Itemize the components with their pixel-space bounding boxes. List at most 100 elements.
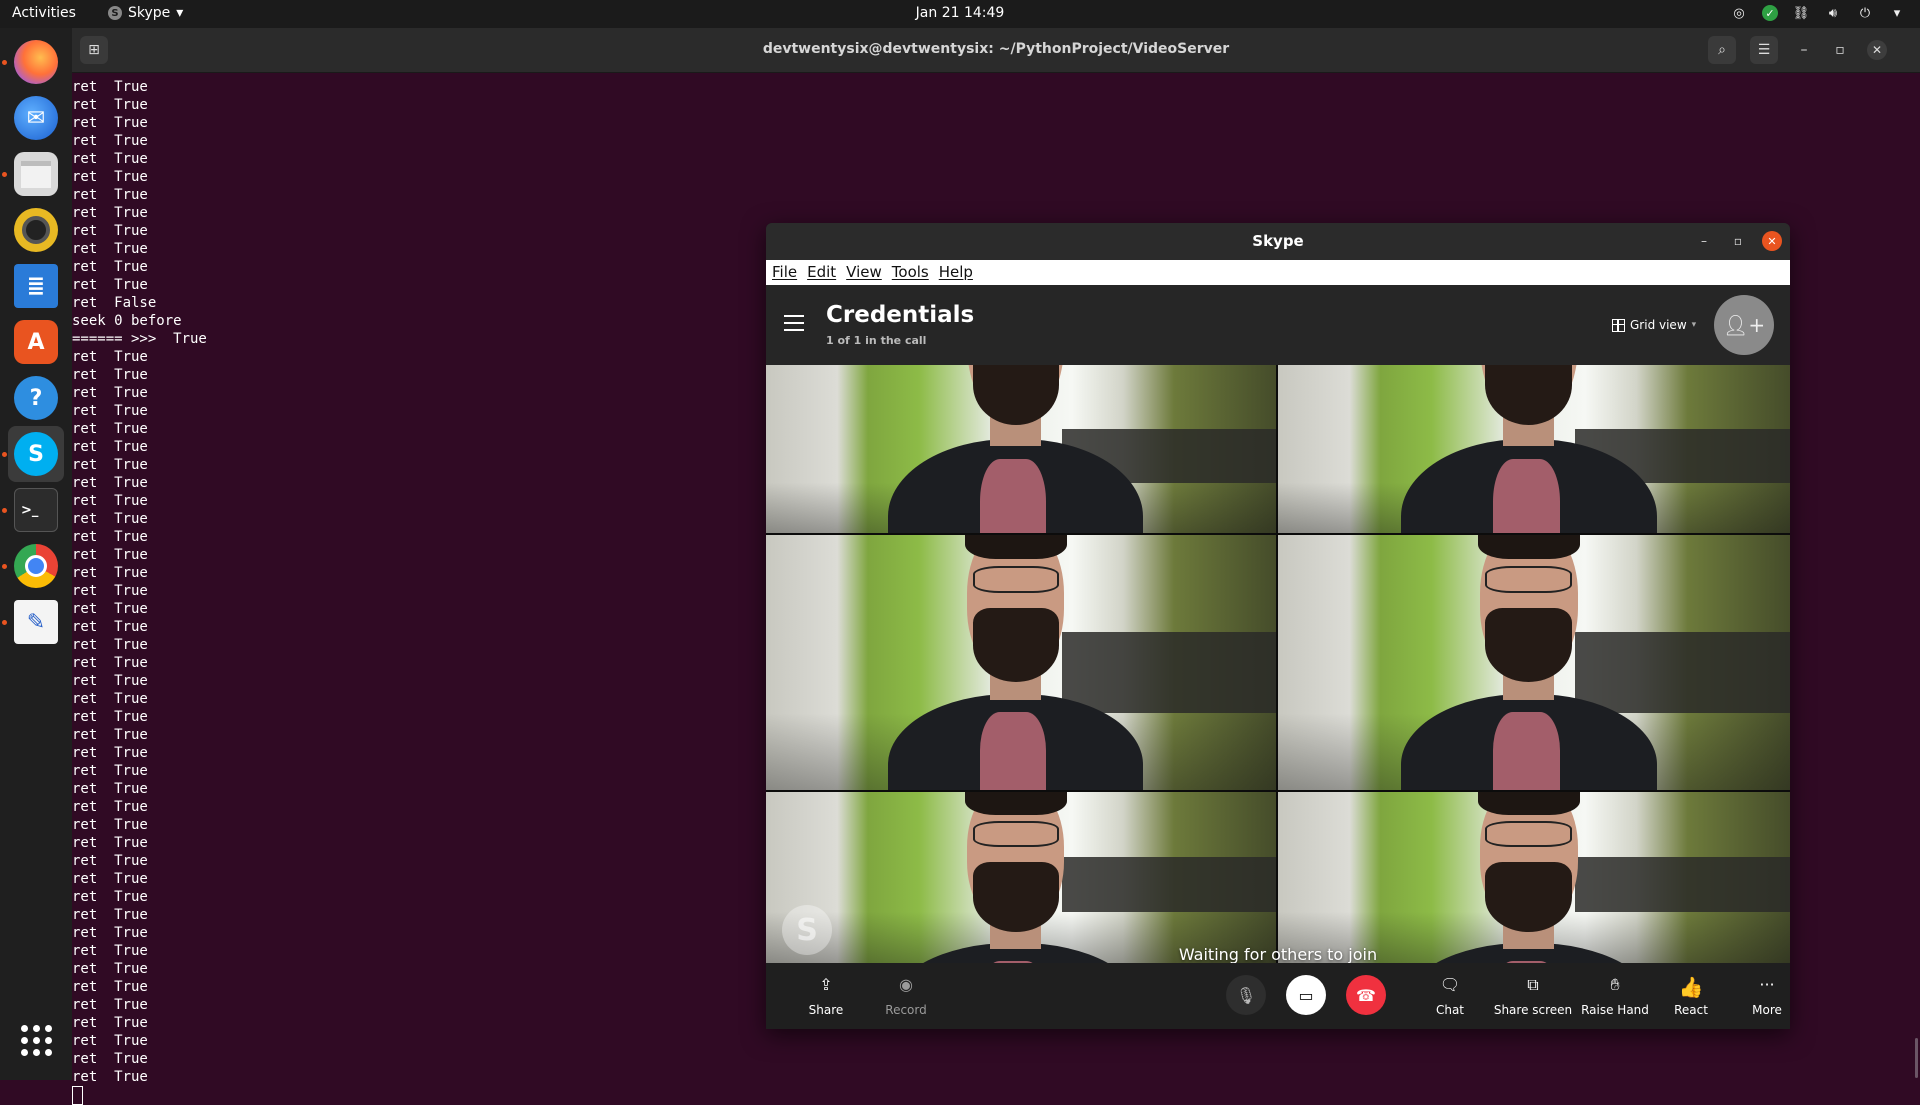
maximize-icon: ▫ — [1835, 42, 1845, 58]
dock-skype[interactable]: S — [8, 426, 64, 482]
close-button[interactable]: ✕ — [1762, 231, 1782, 251]
terminal-line: ret True — [72, 1069, 148, 1085]
react-button[interactable]: 👍 React — [1651, 975, 1731, 1017]
terminal-cursor — [72, 1086, 872, 1105]
more-label: More — [1752, 1003, 1782, 1017]
terminal-line: ret True — [72, 655, 148, 671]
dock-software[interactable]: A — [8, 314, 64, 370]
menu-edit[interactable]: Edit — [807, 263, 836, 281]
folder-icon — [14, 152, 58, 196]
terminal-line: ret True — [72, 151, 148, 167]
menu-help[interactable]: Help — [939, 263, 973, 281]
terminal-line: ret True — [72, 925, 148, 941]
video-tile[interactable] — [1278, 535, 1790, 790]
share-screen-icon: ⧉ — [1527, 975, 1539, 994]
dock-text-editor[interactable]: ✎ — [8, 594, 64, 650]
terminal-line: ret True — [72, 799, 148, 815]
software-center-icon: A — [14, 320, 58, 364]
share-icon: ⇪ — [819, 975, 833, 994]
raise-hand-button[interactable]: ✋︎ Raise Hand — [1575, 975, 1655, 1017]
dock-terminal[interactable]: >_ — [8, 482, 64, 538]
minimize-icon: – — [1701, 234, 1707, 248]
terminal-line: ret True — [72, 367, 148, 383]
shield-check-icon[interactable]: ✓ — [1762, 5, 1778, 21]
more-button[interactable]: ··· More — [1727, 975, 1790, 1017]
close-button[interactable]: ✕ — [1867, 40, 1887, 60]
dock-thunderbird[interactable]: ✉ — [8, 90, 64, 146]
terminal-line: ret True — [72, 853, 148, 869]
chevron-down-icon: ▾ — [176, 5, 184, 21]
close-icon: ✕ — [1767, 234, 1777, 248]
dock-writer[interactable]: ≣ — [8, 258, 64, 314]
terminal-output[interactable]: ret True ret True ret True ret True ret True… — [72, 72, 872, 1105]
maximize-icon: ▫ — [1733, 234, 1743, 248]
camera-button[interactable]: ▭ — [1286, 975, 1326, 1015]
dock-files[interactable] — [8, 146, 64, 202]
maximize-button[interactable]: ▫ — [1728, 231, 1748, 251]
terminal-line: ret True — [72, 943, 148, 959]
terminal-line: ret True — [72, 457, 148, 473]
chevron-down-icon[interactable]: ▾ — [1888, 4, 1906, 22]
waiting-message: Waiting for others to join — [1178, 945, 1378, 964]
app-menu[interactable]: S Skype ▾ — [108, 5, 183, 21]
menu-tools[interactable]: Tools — [892, 263, 929, 281]
power-icon[interactable]: ⏻ — [1856, 4, 1874, 22]
dock-firefox[interactable] — [8, 34, 64, 90]
grid-view-button[interactable]: Grid view ▾ — [1612, 318, 1696, 332]
system-tray[interactable]: ◎ ✓ ⛓ 🔊︎ ⏻ ▾ — [1730, 4, 1906, 22]
app-menu-label: Skype — [128, 5, 171, 21]
volume-icon[interactable]: 🔊︎ — [1824, 4, 1842, 22]
mute-button[interactable]: 🎙︎ — [1226, 975, 1266, 1015]
skype-titlebar: Skype – ▫ ✕ — [766, 223, 1790, 260]
minimize-icon: – — [1800, 42, 1808, 58]
video-tile[interactable] — [766, 365, 1276, 533]
dock-chrome[interactable] — [8, 538, 64, 594]
participant-count: 1 of 1 in the call — [826, 334, 927, 347]
grid-icon — [1612, 318, 1625, 332]
record-status-icon[interactable]: ◎ — [1730, 4, 1748, 22]
show-applications-button[interactable] — [8, 1012, 64, 1068]
terminal-line: ret True — [72, 385, 148, 401]
chat-icon: 🗨︎ — [1439, 975, 1461, 994]
network-icon[interactable]: ⛓ — [1792, 4, 1810, 22]
skype-icon: S — [108, 6, 122, 20]
terminal-line: ret True — [72, 223, 148, 239]
search-button[interactable]: ⌕ — [1708, 36, 1736, 64]
writer-icon: ≣ — [14, 264, 58, 308]
menu-file[interactable]: File — [772, 263, 797, 281]
terminal-line: ret True — [72, 1015, 148, 1031]
dock-help[interactable]: ? — [8, 370, 64, 426]
chat-button[interactable]: 🗨︎ Chat — [1410, 975, 1490, 1017]
video-tile[interactable] — [766, 535, 1276, 790]
activities-button[interactable]: Activities — [12, 5, 76, 21]
share-screen-button[interactable]: ⧉ Share screen — [1493, 975, 1573, 1017]
terminal-line: ret True — [72, 475, 148, 491]
maximize-button[interactable]: ▫ — [1826, 36, 1854, 64]
terminal-scrollbar[interactable] — [1915, 1038, 1918, 1078]
running-indicator — [2, 60, 7, 65]
terminal-line: ret True — [72, 781, 148, 797]
call-controls: ⇪ Share ◉ Record 🎙︎ ▭ ☎︎ 🗨︎ Chat ⧉ Share… — [766, 963, 1790, 1029]
top-bar: Activities S Skype ▾ Jan 21 14:49 ◎ ✓ ⛓ … — [0, 0, 1920, 28]
video-tile[interactable] — [1278, 792, 1790, 963]
terminal-line: ret True — [72, 421, 148, 437]
terminal-line: ret True — [72, 979, 148, 995]
minimize-button[interactable]: – — [1694, 231, 1714, 251]
video-tile[interactable] — [766, 792, 1276, 963]
add-people-button[interactable]: 👤︎+ — [1714, 295, 1774, 355]
terminal-line: ret True — [72, 871, 148, 887]
clock[interactable]: Jan 21 14:49 — [916, 5, 1005, 21]
menu-view[interactable]: View — [846, 263, 882, 281]
dock-rhythmbox[interactable] — [8, 202, 64, 258]
terminal-line: ret True — [72, 241, 148, 257]
search-icon: ⌕ — [1718, 42, 1726, 58]
menu-button[interactable]: ☰ — [1750, 36, 1778, 64]
minimize-button[interactable]: – — [1790, 36, 1818, 64]
hamburger-icon[interactable] — [784, 315, 804, 336]
share-button[interactable]: ⇪ Share — [786, 975, 866, 1017]
record-button[interactable]: ◉ Record — [866, 975, 946, 1017]
terminal-line: ret True — [72, 277, 148, 293]
terminal-line: ret False — [72, 295, 157, 311]
end-call-button[interactable]: ☎︎ — [1346, 975, 1386, 1015]
video-tile[interactable] — [1278, 365, 1790, 533]
